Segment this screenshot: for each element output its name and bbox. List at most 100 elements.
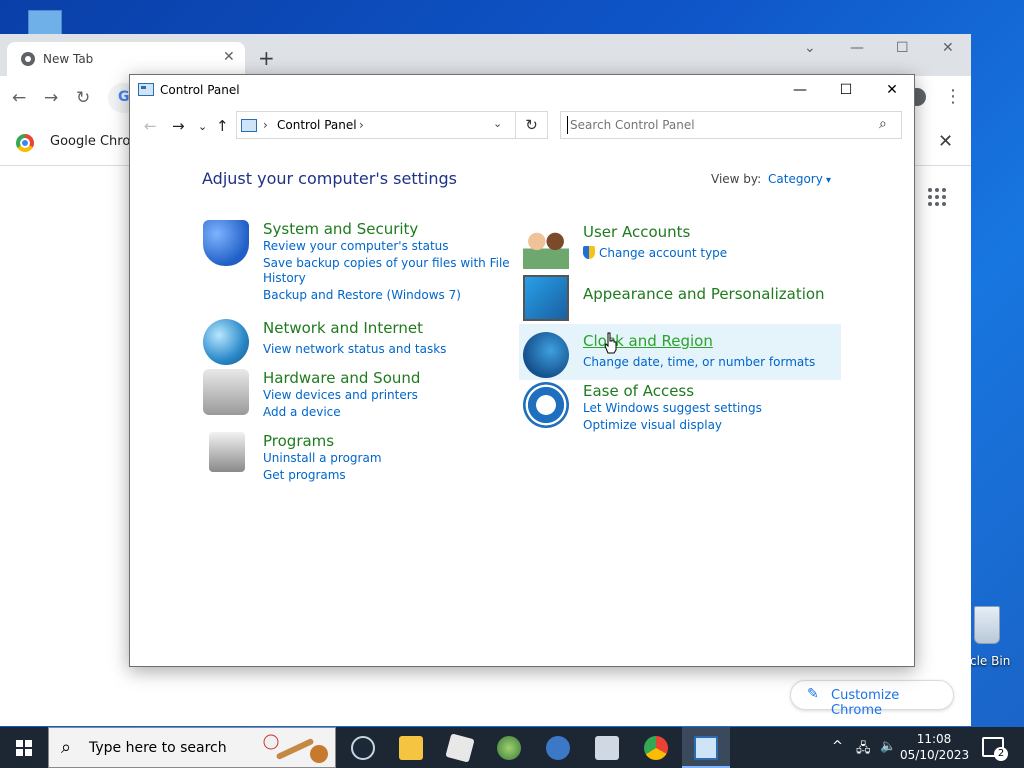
system-clock[interactable]: 11:08 05/10/2023 [900,731,970,763]
roblox-icon [445,733,475,763]
breadcrumb-separator-icon[interactable]: › [263,118,268,132]
close-icon[interactable]: ✕ [872,79,912,101]
taskbar-file-explorer[interactable] [387,727,435,768]
control-panel-taskbar-icon [694,736,718,760]
link-change-account-type-row[interactable]: Change account type [583,246,727,261]
chrome-infobar-text: Google Chron [50,134,139,149]
breadcrumb-chevron-icon[interactable]: › [359,118,364,132]
category-title[interactable]: Network and Internet [263,319,423,337]
chrome-tab-strip: New Tab ✕ + ⌄ — ☐ ✕ [0,34,971,76]
chrome-close-icon[interactable]: ✕ [942,40,954,56]
search-box[interactable]: ⌕ [560,111,902,139]
taskbar-photos[interactable] [583,727,631,768]
taskbar-qbittorrent[interactable] [534,727,582,768]
programs-icon[interactable] [209,432,245,472]
link-get-programs[interactable]: Get programs [263,468,346,483]
link-change-account-type[interactable]: Change account type [599,246,727,260]
monitor-palette-icon[interactable] [523,275,569,321]
taskbar-app-globe[interactable] [485,727,533,768]
category-title[interactable]: System and Security [263,220,418,238]
link-uninstall-program[interactable]: Uninstall a program [263,451,382,466]
chrome-tab-search-icon[interactable]: ⌄ [804,40,816,56]
taskbar-control-panel[interactable] [682,727,730,768]
users-icon[interactable] [523,223,569,269]
volume-muted-icon[interactable]: 🔈 [880,739,896,754]
start-button[interactable] [0,727,48,768]
link-optimize-display[interactable]: Optimize visual display [583,418,722,433]
recycle-bin[interactable]: cle Bin [968,604,1024,674]
link-save-backup[interactable]: Save backup copies of your files with Fi… [263,256,510,271]
chrome-new-tab-button[interactable]: + [258,48,275,68]
chrome-logo-icon [16,134,34,152]
view-by-label: View by: [711,172,762,186]
chrome-icon [644,736,668,760]
link-view-devices[interactable]: View devices and printers [263,388,418,403]
address-dropdown-icon[interactable]: ⌄ [493,117,502,130]
baseball-bat-icon [263,734,328,763]
clock-time: 11:08 [916,732,952,746]
chrome-minimize-icon[interactable]: — [850,40,864,56]
windows-logo-icon [16,740,32,756]
address-path[interactable]: › Control Panel › ⌄ [236,111,516,139]
category-title[interactable]: Ease of Access [583,382,694,400]
taskbar-search[interactable]: ⌕ Type here to search [48,727,336,768]
link-backup-restore[interactable]: Backup and Restore (Windows 7) [263,288,461,303]
breadcrumb-control-panel[interactable]: Control Panel [277,118,357,132]
link-add-device[interactable]: Add a device [263,405,341,420]
category-title[interactable]: User Accounts [583,223,690,241]
view-by-dropdown[interactable]: Category [768,172,831,186]
customize-chrome-button[interactable]: ✎ Customize Chrome [790,680,954,718]
maximize-icon[interactable]: ☐ [826,79,866,101]
control-panel-icon [138,83,154,96]
network-globe-icon[interactable] [203,319,249,365]
category-title[interactable]: Appearance and Personalization [583,285,825,303]
back-icon[interactable]: ← [144,117,157,135]
notification-center-icon[interactable]: 2 [982,737,1008,761]
chrome-maximize-icon[interactable]: ☐ [896,40,909,56]
recent-locations-icon[interactable]: ⌄ [198,120,207,133]
chrome-back-icon[interactable]: ← [12,88,26,108]
forward-icon[interactable]: → [172,117,185,135]
category-title[interactable]: Programs [263,432,334,450]
link-change-formats[interactable]: Change date, time, or number formats [583,355,815,370]
link-save-backup-cont[interactable]: History [263,271,306,286]
printer-speaker-icon[interactable] [203,369,249,415]
taskbar-search-placeholder: Type here to search [89,740,227,756]
category-title[interactable]: Hardware and Sound [263,369,420,387]
ease-of-access-icon[interactable] [523,382,569,428]
taskbar: ⌕ Type here to search ^ 🖧 🔈 11:08 05/10/… [0,727,1024,768]
search-icon[interactable]: ⌕ [879,116,887,132]
chrome-reload-icon[interactable]: ↻ [76,88,90,108]
taskbar-steam[interactable] [339,727,387,768]
link-suggest-settings[interactable]: Let Windows suggest settings [583,401,762,416]
up-icon[interactable]: ↑ [216,117,229,135]
chrome-forward-icon[interactable]: → [44,88,58,108]
control-panel-titlebar[interactable]: Control Panel — ☐ ✕ [130,75,914,105]
minimize-icon[interactable]: — [780,79,820,101]
search-input[interactable] [567,116,867,134]
category-title[interactable]: Clock and Region [583,332,713,350]
window-title: Control Panel [160,83,240,97]
qbittorrent-icon [546,736,570,760]
taskbar-chrome[interactable] [632,727,680,768]
chrome-favicon-icon [21,52,35,66]
pencil-icon: ✎ [807,686,819,702]
clock-globe-icon[interactable] [523,332,569,378]
refresh-button[interactable]: ↻ [516,111,548,139]
chrome-infobar-close-icon[interactable]: ✕ [938,131,953,152]
clock-date: 05/10/2023 [900,748,970,762]
shield-icon[interactable] [203,220,249,266]
taskbar-roblox[interactable] [436,727,484,768]
chrome-tab-title: New Tab [43,52,94,66]
tray-overflow-icon[interactable]: ^ [832,739,843,754]
chrome-menu-icon[interactable]: ⋮ [944,86,962,107]
chrome-tab-close-icon[interactable]: ✕ [223,49,235,65]
link-review-status[interactable]: Review your computer's status [263,239,449,254]
address-bar: ← → ⌄ ↑ › Control Panel › ⌄ ↻ ⌕ [130,111,914,141]
control-panel-small-icon [241,119,257,132]
app-globe-icon [497,736,521,760]
google-apps-icon[interactable] [928,188,946,206]
chrome-tab-new-tab[interactable]: New Tab ✕ [7,42,245,76]
link-view-network-status[interactable]: View network status and tasks [263,342,446,357]
network-icon[interactable]: 🖧 [856,739,871,761]
